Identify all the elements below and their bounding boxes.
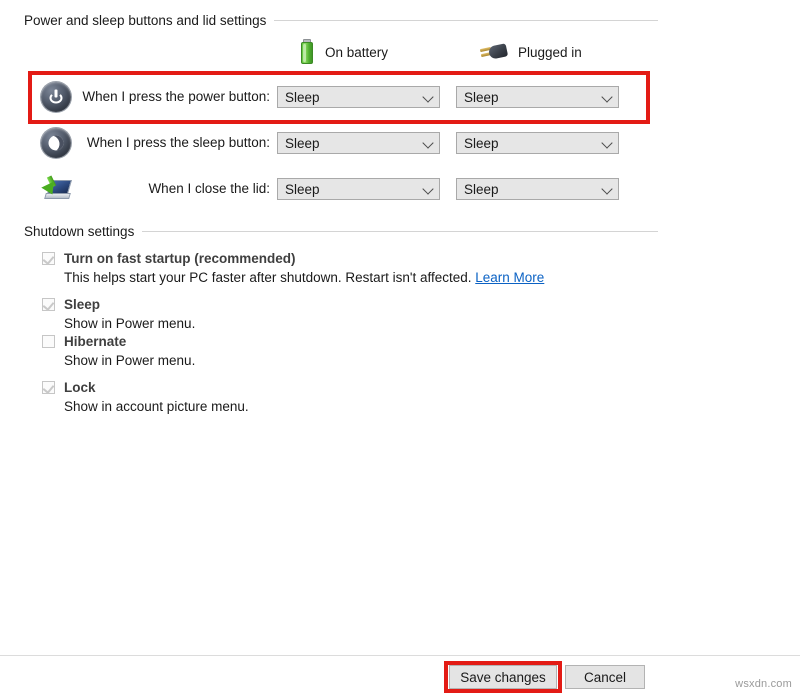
checkbox-fast-startup[interactable] (42, 252, 55, 265)
close-lid-plugged-in-value: Sleep (457, 182, 598, 197)
learn-more-link[interactable]: Learn More (475, 270, 544, 285)
chevron-down-icon (419, 133, 439, 153)
setting-row-close-lid: When I close the lid: Sleep Sleep (0, 167, 680, 211)
shutdown-option-lock: Lock Show in account picture menu. (42, 378, 602, 414)
fast-startup-description-text: This helps start your PC faster after sh… (64, 270, 475, 285)
chevron-down-icon (598, 179, 618, 199)
close-lid-on-battery-value: Sleep (278, 182, 419, 197)
sleep-button-on-battery-value: Sleep (278, 136, 419, 151)
header-divider-line (142, 231, 658, 232)
header-divider-line (274, 20, 658, 21)
lock-option-title: Lock (64, 380, 96, 395)
checkbox-hibernate[interactable] (42, 335, 55, 348)
sleep-button-row-label: When I press the sleep button: (70, 121, 270, 165)
hibernate-option-description: Show in Power menu. (64, 353, 602, 368)
power-button-on-battery-value: Sleep (278, 90, 419, 105)
hibernate-option-title: Hibernate (64, 334, 126, 349)
power-button-row-label: When I press the power button: (70, 75, 270, 119)
shutdown-option-hibernate: Hibernate Show in Power menu. (42, 332, 602, 368)
chevron-down-icon (419, 87, 439, 107)
close-lid-row-label: When I close the lid: (70, 167, 270, 211)
shutdown-settings-header-text: Shutdown settings (24, 224, 142, 239)
chevron-down-icon (598, 133, 618, 153)
sleep-option-description: Show in Power menu. (64, 316, 602, 331)
plugged-in-label: Plugged in (518, 45, 582, 60)
save-changes-button[interactable]: Save changes (449, 665, 557, 689)
column-heading-plugged-in: Plugged in (480, 38, 582, 66)
power-button-on-battery-dropdown[interactable]: Sleep (277, 86, 440, 108)
close-lid-on-battery-dropdown[interactable]: Sleep (277, 178, 440, 200)
battery-icon (300, 39, 315, 65)
sleep-button-plugged-in-value: Sleep (457, 136, 598, 151)
close-lid-plugged-in-dropdown[interactable]: Sleep (456, 178, 619, 200)
laptop-lid-icon (40, 173, 72, 205)
shutdown-settings-section-header: Shutdown settings (24, 224, 658, 239)
checkbox-sleep[interactable] (42, 298, 55, 311)
sleep-option-title: Sleep (64, 297, 100, 312)
shutdown-option-fast-startup: Turn on fast startup (recommended) This … (42, 249, 602, 285)
cancel-button[interactable]: Cancel (565, 665, 645, 689)
watermark-text: wsxdn.com (735, 678, 792, 690)
power-button-icon (40, 81, 72, 113)
checkbox-lock[interactable] (42, 381, 55, 394)
column-heading-on-battery: On battery (300, 38, 388, 66)
power-plug-icon (480, 42, 508, 62)
power-button-plugged-in-value: Sleep (457, 90, 598, 105)
footer-divider-line (0, 655, 800, 656)
chevron-down-icon (419, 179, 439, 199)
setting-row-power-button: When I press the power button: Sleep Sle… (0, 75, 680, 119)
fast-startup-description: This helps start your PC faster after sh… (64, 270, 602, 285)
fast-startup-title: Turn on fast startup (recommended) (64, 251, 296, 266)
setting-row-sleep-button: When I press the sleep button: Sleep Sle… (0, 121, 680, 165)
chevron-down-icon (598, 87, 618, 107)
power-button-plugged-in-dropdown[interactable]: Sleep (456, 86, 619, 108)
sleep-button-on-battery-dropdown[interactable]: Sleep (277, 132, 440, 154)
sleep-button-plugged-in-dropdown[interactable]: Sleep (456, 132, 619, 154)
column-headings: On battery Plugged in (300, 38, 660, 68)
sleep-moon-icon (40, 127, 72, 159)
lock-option-description: Show in account picture menu. (64, 399, 602, 414)
shutdown-option-sleep: Sleep Show in Power menu. (42, 295, 602, 331)
on-battery-label: On battery (325, 45, 388, 60)
power-settings-section-header: Power and sleep buttons and lid settings (24, 13, 658, 28)
power-settings-header-text: Power and sleep buttons and lid settings (24, 13, 274, 28)
